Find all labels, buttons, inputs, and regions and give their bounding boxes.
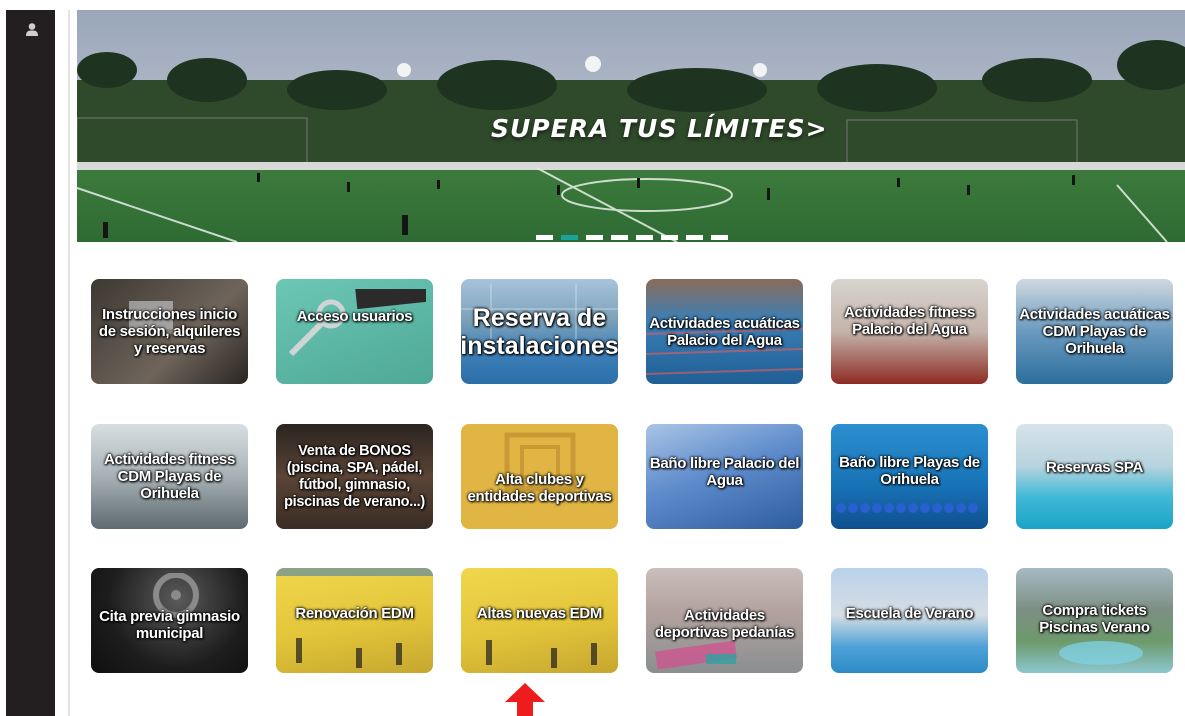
hero-banner[interactable]: SUPERA TUS LÍMITES> — [77, 10, 1185, 242]
tile-escuela-verano[interactable]: Escuela de Verano — [831, 568, 988, 673]
tile-acuaticas-cdm[interactable]: Actividades acuáticas CDM Playas de Orih… — [1016, 279, 1173, 384]
tile-label: Cita previa gimnasio municipal — [99, 607, 240, 642]
sidebar-divider — [68, 10, 70, 716]
tile-instrucciones[interactable]: Instrucciones inicio de sesión, alquiler… — [91, 279, 248, 384]
tile-label: Venta de BONOS (piscina, SPA, pádel, fút… — [284, 442, 425, 510]
carousel-dot-2[interactable] — [561, 235, 578, 240]
tile-bano-playas[interactable]: Baño libre Playas de Orihuela — [831, 424, 988, 529]
tile-renovacion-edm[interactable]: Renovación EDM — [276, 568, 433, 673]
tile-label: Actividades acuáticas CDM Playas de Orih… — [1019, 306, 1170, 357]
tile-venta-bonos[interactable]: Venta de BONOS (piscina, SPA, pádel, fút… — [276, 424, 433, 529]
tile-label: Escuela de Verano — [845, 605, 974, 622]
tile-fitness-cdm[interactable]: Actividades fitness CDM Playas de Orihue… — [91, 424, 248, 529]
tile-cita-gimnasio[interactable]: Cita previa gimnasio municipal — [91, 568, 248, 673]
tile-label: Actividades acuáticas Palacio del Agua — [649, 314, 800, 349]
annotation-arrow-icon — [505, 683, 545, 716]
tile-label: Reserva de instalaciones — [461, 303, 618, 360]
tile-label: Alta clubes y entidades deportivas — [467, 470, 612, 505]
tile-reserva-instalaciones[interactable]: Reserva de instalaciones — [461, 279, 618, 384]
carousel-dot-6[interactable] — [661, 235, 678, 240]
tile-label: Actividades deportivas pedanías — [654, 606, 795, 641]
carousel-dot-1[interactable] — [536, 235, 553, 240]
tile-fitness-palacio[interactable]: Actividades fitness Palacio del Agua — [831, 279, 988, 384]
tile-label: Compra tickets Piscinas Verano — [1039, 601, 1150, 636]
annotation-arrow-shape — [505, 683, 545, 716]
carousel-dot-4[interactable] — [611, 235, 628, 240]
tile-label: Instrucciones inicio de sesión, alquiler… — [98, 306, 241, 357]
tile-compra-tickets[interactable]: Compra tickets Piscinas Verano — [1016, 568, 1173, 673]
tile-bano-palacio[interactable]: Baño libre Palacio del Agua — [646, 424, 803, 529]
tile-alta-clubes[interactable]: Alta clubes y entidades deportivas — [461, 424, 618, 529]
banner-caption[interactable]: SUPERA TUS LÍMITES> — [491, 114, 828, 143]
carousel-dots — [536, 235, 728, 240]
tile-label: Actividades fitness Palacio del Agua — [843, 303, 975, 338]
tile-label: Actividades fitness CDM Playas de Orihue… — [103, 451, 235, 502]
user-icon[interactable] — [25, 22, 39, 36]
carousel-dot-3[interactable] — [586, 235, 603, 240]
pool-image — [1059, 641, 1143, 665]
lane-rope — [836, 503, 978, 513]
tile-altas-nuevas-edm[interactable]: Altas nuevas EDM — [461, 568, 618, 673]
tile-reservas-spa[interactable]: Reservas SPA — [1016, 424, 1173, 529]
carousel-dot-8[interactable] — [711, 235, 728, 240]
tile-acuaticas-palacio[interactable]: Actividades acuáticas Palacio del Agua — [646, 279, 803, 384]
tile-acceso-usuarios[interactable]: Acceso usuarios — [276, 279, 433, 384]
tile-label: Acceso usuarios — [296, 308, 413, 325]
tile-label: Altas nuevas EDM — [476, 605, 603, 622]
tile-actividades-pedanias[interactable]: Actividades deportivas pedanías — [646, 568, 803, 673]
carousel-dot-7[interactable] — [686, 235, 703, 240]
carousel-dot-5[interactable] — [636, 235, 653, 240]
tile-label: Baño libre Playas de Orihuela — [839, 453, 980, 488]
tile-label: Reservas SPA — [1045, 459, 1144, 476]
sidebar — [6, 10, 55, 716]
tile-label: Baño libre Palacio del Agua — [649, 454, 800, 489]
tile-label: Renovación EDM — [295, 605, 414, 622]
